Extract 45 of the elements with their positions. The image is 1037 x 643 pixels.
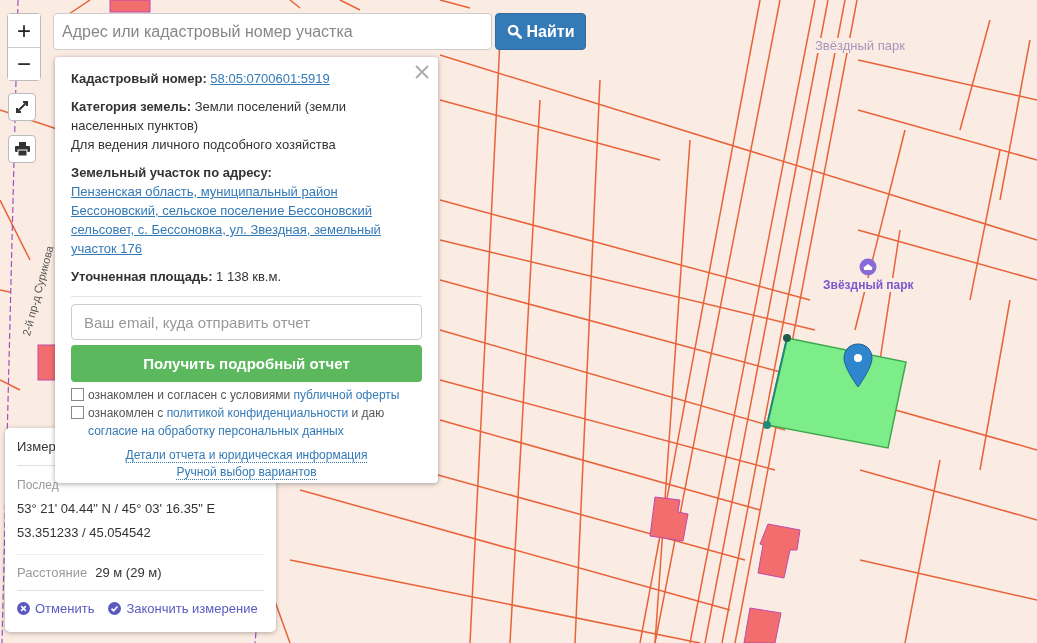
close-circle-icon <box>17 602 30 615</box>
park-icon[interactable] <box>859 258 877 276</box>
building-shape <box>37 344 57 381</box>
fullscreen-button[interactable] <box>8 93 36 121</box>
field-label: Кадастровый номер: <box>71 71 207 86</box>
agreement-link[interactable]: согласие на обработку персональных данных <box>88 424 344 438</box>
email-field[interactable]: Ваш email, куда отправить отчет <box>71 304 422 340</box>
print-button[interactable] <box>8 135 36 163</box>
field-link[interactable]: 58:05:0700601:5919 <box>210 69 330 88</box>
distance-value: 29 м (29 м) <box>95 565 162 580</box>
area-label: Звёздный парк <box>813 38 907 53</box>
close-icon[interactable] <box>415 65 429 79</box>
zoom-out-button[interactable]: − <box>8 47 40 80</box>
coordinates-decimal: 53.351233 / 45.054542 <box>17 525 152 540</box>
search-icon <box>506 24 522 39</box>
agreement-checkbox[interactable] <box>71 388 84 401</box>
coordinates-dms: 53° 21' 04.44" N / 45° 03' 16.35" E <box>17 501 217 516</box>
field-text: Уточненная площадь: 1 138 кв.м. <box>71 268 282 286</box>
get-report-button[interactable]: Получить подробный отчет <box>71 345 422 382</box>
last-point-label: Послед <box>17 478 60 492</box>
check-circle-icon <box>108 602 122 615</box>
search-field[interactable]: Адрес или кадастровый номер участка <box>53 13 492 50</box>
footer-link[interactable]: Детали отчета и юридическая информация <box>125 448 368 463</box>
agreement-text: ознакомлен и согласен с условиями публичной оферты <box>88 387 400 404</box>
footer-link[interactable]: Ручной выбор вариантов <box>176 465 317 480</box>
map-pin-icon[interactable] <box>843 343 873 388</box>
finish-link[interactable]: Закончить измерение <box>108 601 258 616</box>
field-link[interactable]: Пензенская область, муниципальный район Бессоновский, сельское поселение Бессоновский сельсовет, с. Бессоновка, ул. Звездная, земельный участок 176 <box>71 182 422 258</box>
expand-icon <box>15 100 29 114</box>
agreement-link[interactable]: публичной оферты <box>293 388 400 402</box>
print-icon <box>14 142 30 156</box>
agreement-link[interactable]: политикой конфиденциальности <box>166 406 349 420</box>
selected-parcel[interactable] <box>766 337 907 449</box>
building-shape <box>649 496 689 542</box>
park-label[interactable]: Звёздный парк <box>821 278 916 292</box>
building-shape <box>757 523 801 579</box>
cancel-link[interactable]: Отменить <box>17 601 95 616</box>
find-button[interactable]: Найти <box>495 13 586 50</box>
distance-label: Расстояние <box>17 565 88 580</box>
field-label: Земельный участок по адресу: <box>71 165 272 180</box>
field-text: Категория земель: Земли поселений (земли населенных пунктов) <box>71 98 347 135</box>
agreement-text: ознакомлен с политикой конфиденциальности и даю согласие на обработку персональных данных <box>88 405 386 440</box>
field-note: Для ведения личного подсобного хозяйства <box>71 136 337 154</box>
agreement-checkbox[interactable] <box>71 406 84 419</box>
building-shape <box>743 607 782 643</box>
